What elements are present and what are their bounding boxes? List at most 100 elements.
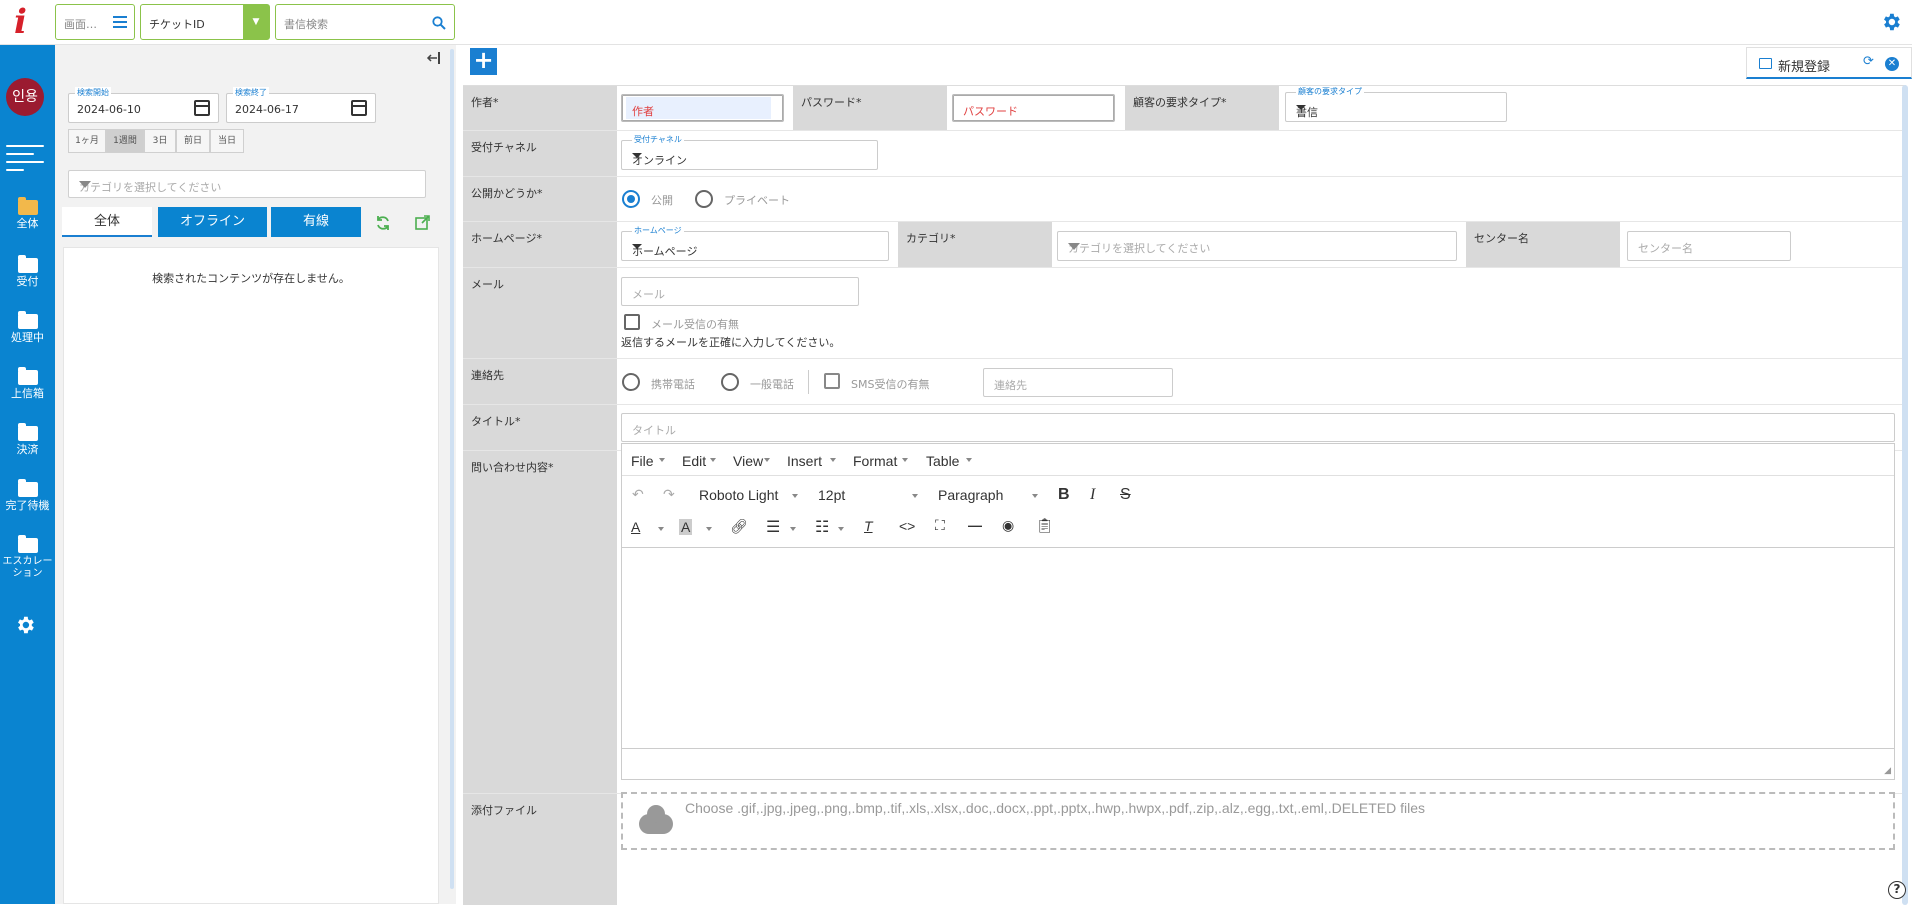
category-placeholder: カテゴリを選択してください bbox=[1068, 242, 1211, 255]
email-note: 返信するメールを正確に入力してください。 bbox=[621, 336, 841, 349]
homepage-float-label: ホームページ bbox=[632, 225, 684, 236]
source-code-icon[interactable]: <> bbox=[899, 518, 915, 534]
external-link-icon[interactable] bbox=[415, 215, 430, 230]
chevron-down-icon: ▼ bbox=[243, 5, 269, 39]
channel-select[interactable]: 受付チャネル オンライン bbox=[621, 134, 878, 170]
menu-view[interactable]: View bbox=[733, 453, 763, 469]
nav-item-all[interactable]: 全体 bbox=[0, 197, 55, 250]
title-input[interactable]: タイトル bbox=[621, 413, 1895, 442]
avatar[interactable]: 인용 bbox=[6, 78, 44, 116]
search-icon[interactable] bbox=[432, 16, 446, 30]
horizontal-rule-icon[interactable]: — bbox=[968, 517, 982, 533]
text-color-icon[interactable]: A bbox=[631, 519, 640, 535]
help-icon[interactable]: ? bbox=[1888, 881, 1906, 899]
visibility-private-radio[interactable] bbox=[695, 190, 713, 208]
form-row-homepage: ホームページ* ホームページ ホームページ カテゴリ* カテゴリを選択してくださ… bbox=[463, 222, 1906, 268]
paste-icon[interactable]: 📋︎ bbox=[1036, 517, 1054, 534]
ticket-type-select[interactable]: チケットID ▼ bbox=[140, 4, 270, 40]
contact-landline-radio[interactable] bbox=[721, 373, 739, 391]
menu-table[interactable]: Table bbox=[926, 453, 959, 469]
background-color-icon[interactable]: A bbox=[679, 519, 693, 535]
app-logo[interactable]: i bbox=[14, 2, 44, 42]
title-label: タイトル* bbox=[463, 405, 618, 450]
screen-select[interactable]: 画面… bbox=[55, 4, 135, 40]
scrollbar[interactable] bbox=[1902, 85, 1908, 905]
preview-icon[interactable]: ◉ bbox=[1002, 517, 1014, 534]
sms-receive-checkbox[interactable] bbox=[824, 373, 840, 389]
calendar-icon[interactable] bbox=[351, 100, 367, 116]
redo-icon[interactable]: ↷ bbox=[663, 486, 675, 503]
close-icon[interactable]: ✕ bbox=[1885, 57, 1899, 71]
add-button[interactable]: + bbox=[470, 48, 497, 75]
main-area: + 新規登録 ⟳ ✕ 作者* 作者 パスワード* パスワード 顧客の要求タイプ*… bbox=[456, 45, 1912, 905]
menu-file[interactable]: File bbox=[631, 453, 654, 469]
password-input[interactable]: パスワード bbox=[952, 94, 1115, 122]
settings-icon[interactable] bbox=[14, 614, 36, 636]
nav-item-pending[interactable]: 完了待機 bbox=[0, 479, 55, 532]
range-1month-button[interactable]: 1ヶ月 bbox=[68, 129, 106, 153]
gear-icon[interactable] bbox=[1880, 11, 1902, 33]
author-input[interactable]: 作者 bbox=[621, 94, 784, 122]
bullet-list-icon[interactable]: ☰ bbox=[766, 517, 780, 537]
tab-offline[interactable]: オフライン bbox=[158, 207, 267, 237]
nav-item-escalation[interactable]: エスカレーション bbox=[0, 535, 55, 582]
calendar-icon[interactable] bbox=[194, 100, 210, 116]
contact-mobile-radio[interactable] bbox=[622, 373, 640, 391]
undo-icon[interactable]: ↶ bbox=[632, 486, 644, 503]
range-1week-button[interactable]: 1週間 bbox=[106, 129, 144, 153]
channel-label: 受付チャネル bbox=[463, 131, 618, 176]
menu-insert[interactable]: Insert bbox=[787, 453, 822, 469]
fullscreen-icon[interactable]: ⛶ bbox=[935, 517, 945, 534]
category-select[interactable]: カテゴリを選択してください bbox=[1057, 231, 1457, 261]
tab-all[interactable]: 全体 bbox=[62, 207, 152, 237]
visibility-public-radio[interactable] bbox=[622, 190, 640, 208]
editor-content-area[interactable] bbox=[622, 547, 1894, 749]
tab-new-registration[interactable]: 新規登録 ⟳ ✕ bbox=[1746, 47, 1912, 79]
collapse-panel-icon[interactable] bbox=[426, 51, 442, 65]
category-select[interactable]: カテゴリを選択してください bbox=[68, 170, 426, 198]
attachment-label: 添付ファイル bbox=[463, 794, 618, 905]
rich-text-editor: File Edit View Insert Format Table ↶ ↷ R… bbox=[621, 443, 1895, 780]
homepage-select[interactable]: ホームページ ホームページ bbox=[621, 225, 889, 261]
menu-toggle-icon[interactable] bbox=[6, 145, 44, 173]
italic-icon[interactable]: I bbox=[1090, 486, 1095, 504]
range-3days-button[interactable]: 3日 bbox=[144, 129, 176, 153]
range-today-button[interactable]: 当日 bbox=[210, 129, 244, 153]
refresh-icon[interactable] bbox=[375, 215, 391, 231]
password-placeholder: パスワード bbox=[963, 105, 1018, 118]
divider bbox=[808, 370, 809, 394]
font-family-select[interactable]: Roboto Light bbox=[699, 487, 778, 503]
folder-icon bbox=[17, 255, 38, 273]
strikethrough-icon[interactable]: S bbox=[1120, 486, 1131, 504]
tab-wired[interactable]: 有線 bbox=[271, 207, 361, 237]
range-yesterday-button[interactable]: 前日 bbox=[176, 129, 210, 153]
nav-item-received[interactable]: 受付 bbox=[0, 255, 55, 308]
link-icon[interactable]: 🔗︎ bbox=[730, 518, 748, 535]
numbered-list-icon[interactable]: ☷ bbox=[815, 517, 829, 537]
nav-item-label: 決済 bbox=[16, 443, 39, 456]
menu-format[interactable]: Format bbox=[853, 453, 897, 469]
resize-handle-icon[interactable]: ◢ bbox=[1884, 766, 1891, 776]
menu-edit[interactable]: Edit bbox=[682, 453, 706, 469]
end-date-field[interactable]: 検索終了 2024-06-17 bbox=[226, 87, 376, 123]
clear-format-icon[interactable]: T bbox=[864, 518, 873, 534]
email-receive-checkbox[interactable] bbox=[624, 314, 640, 330]
folder-icon bbox=[17, 479, 38, 497]
font-size-select[interactable]: 12pt bbox=[818, 487, 845, 503]
file-dropzone[interactable]: Choose .gif,.jpg,.jpeg,.png,.bmp,.tif,.x… bbox=[621, 792, 1895, 850]
email-input[interactable]: メール bbox=[621, 277, 859, 306]
bold-icon[interactable]: B bbox=[1058, 486, 1070, 504]
center-input[interactable]: センター名 bbox=[1627, 231, 1791, 261]
nav-item-inbox[interactable]: 上信箱 bbox=[0, 367, 55, 420]
request-type-select[interactable]: 顧客の要求タイプ 書信 bbox=[1285, 86, 1507, 122]
start-date-field[interactable]: 検索開始 2024-06-10 bbox=[68, 87, 219, 123]
contact-input[interactable]: 連絡先 bbox=[983, 368, 1173, 397]
refresh-icon[interactable]: ⟳ bbox=[1863, 54, 1874, 69]
chevron-down-icon bbox=[1296, 105, 1306, 110]
nav-item-processing[interactable]: 処理中 bbox=[0, 311, 55, 364]
search-input[interactable]: 書信検索 bbox=[275, 4, 455, 40]
panel-divider[interactable] bbox=[444, 45, 456, 904]
contact-label: 連絡先 bbox=[463, 359, 618, 404]
nav-item-approval[interactable]: 決済 bbox=[0, 423, 55, 476]
block-format-select[interactable]: Paragraph bbox=[938, 487, 1003, 503]
